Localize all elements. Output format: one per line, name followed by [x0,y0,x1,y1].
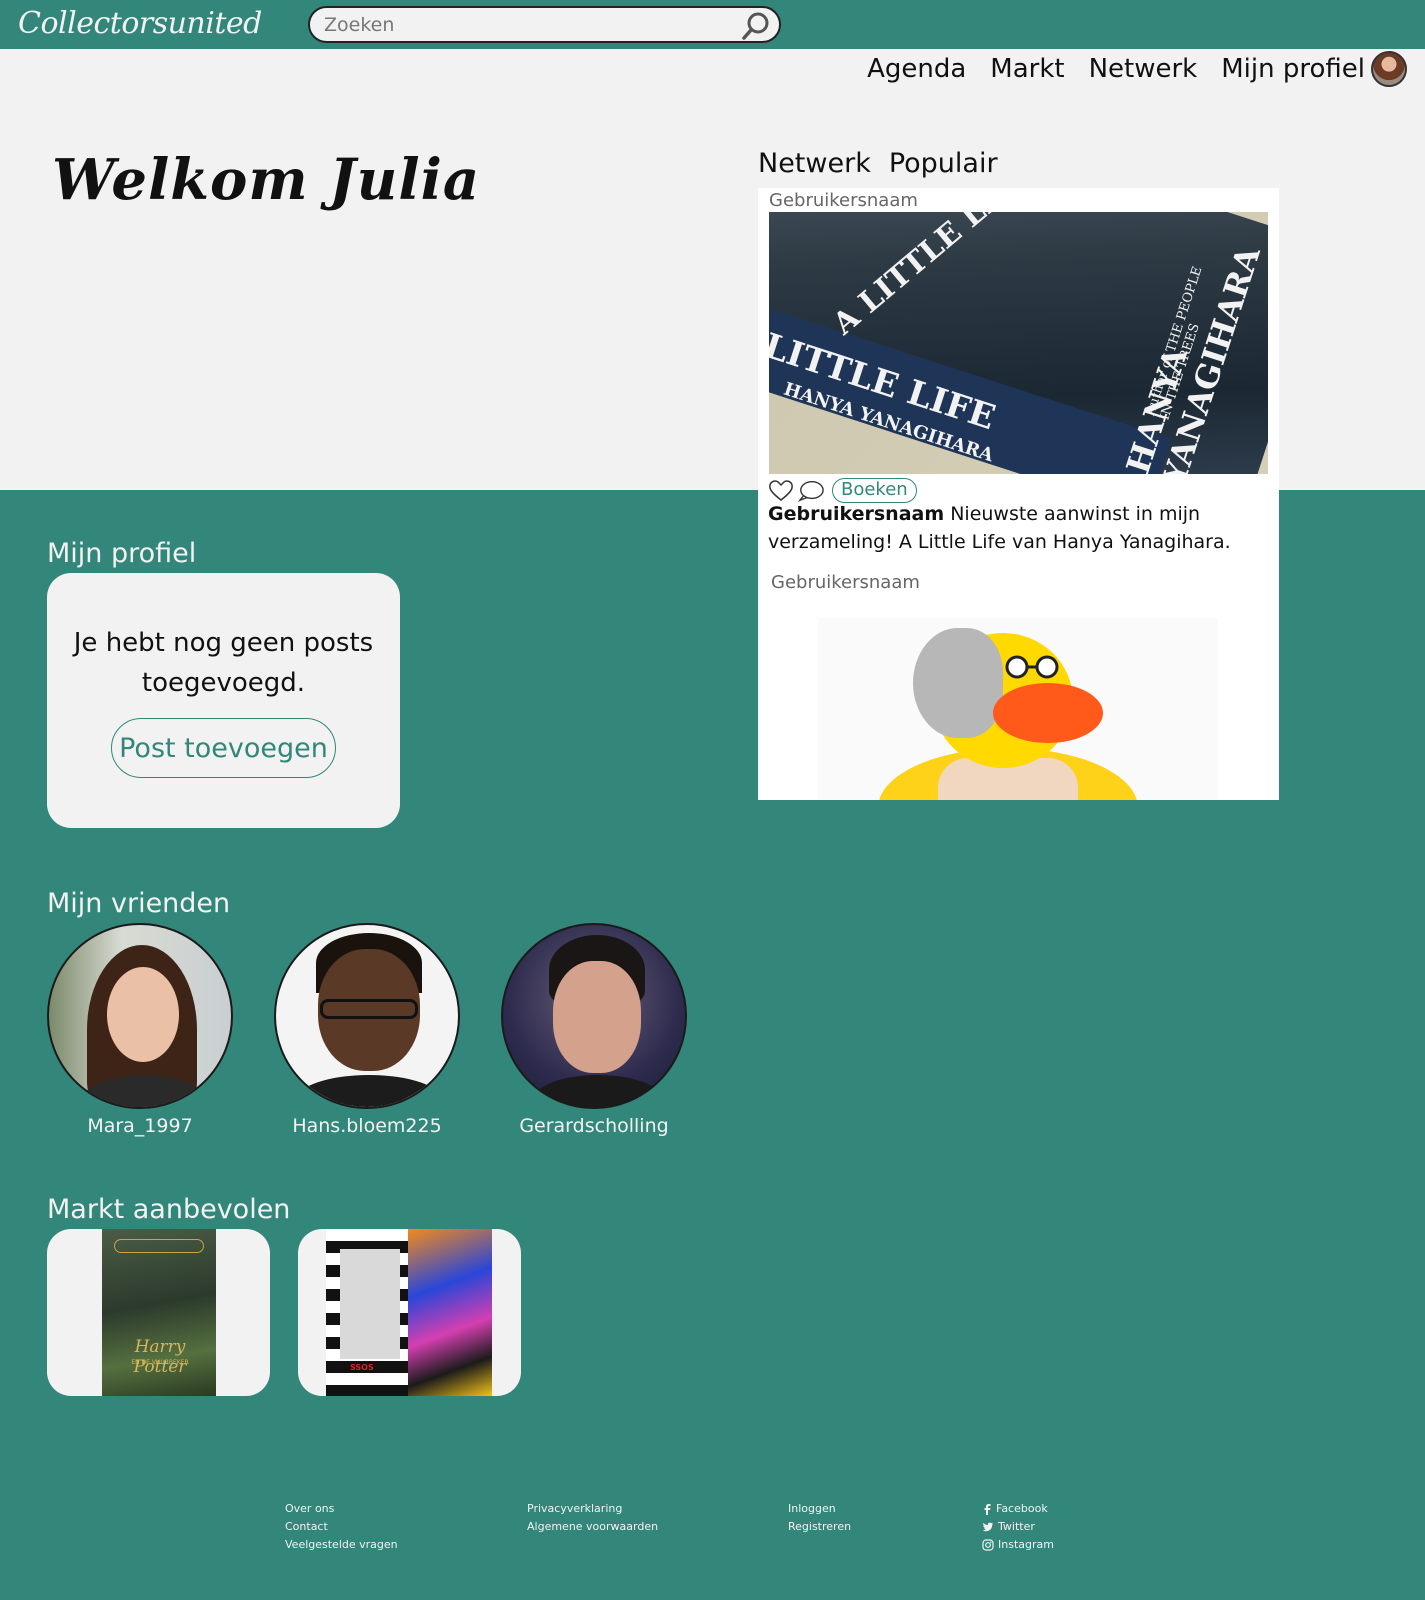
social-instagram-link[interactable]: Instagram [982,1536,1054,1554]
footer-link-privacy[interactable]: Privacyverklaring [527,1500,658,1518]
search-input[interactable] [324,13,724,37]
market-item-cover-subtitle: EN DE VUURBEKER [131,1359,189,1366]
nav-agenda[interactable]: Agenda [867,54,966,84]
footer-column: Over ons Contact Veelgestelde vragen [285,1500,398,1554]
market-item-cover-label: SSOS [350,1363,374,1372]
friend-avatar[interactable] [47,923,233,1109]
market-item-image[interactable]: Harry Potter EN DE VUURBEKER [102,1229,216,1396]
friend-item[interactable]: Mara_1997 [47,923,233,1137]
market-item-image[interactable]: SSOS [326,1229,492,1396]
social-instagram-label: Instagram [998,1538,1054,1551]
feed-panel[interactable]: Gebruikersnaam A LITTLE LIFE LITTLE LIFE… [758,188,1279,800]
social-twitter-label: Twitter [998,1520,1035,1533]
market-item[interactable]: Harry Potter EN DE VUURBEKER [47,1229,270,1396]
nav-markt[interactable]: Markt [990,54,1064,84]
footer-link-contact[interactable]: Contact [285,1518,398,1536]
friend-name[interactable]: Mara_1997 [47,1115,233,1137]
market-item-cover-title: Harry Potter [133,1337,187,1377]
logo[interactable]: Collectorsunited [18,6,262,41]
profile-card: Je hebt nog geen posts toegevoegd. Post … [47,573,400,828]
footer-link-register[interactable]: Registreren [788,1518,851,1536]
social-facebook-link[interactable]: Facebook [982,1500,1054,1518]
market-section-title: Markt aanbevolen [47,1194,291,1225]
nav-mijn-profiel[interactable]: Mijn profiel [1221,54,1365,84]
feed-tabs: Netwerk Populair [758,148,1016,179]
social-twitter-link[interactable]: Twitter [982,1518,1054,1536]
footer-social: Facebook Twitter Instagram [982,1500,1054,1554]
nav-netwerk[interactable]: Netwerk [1089,54,1198,84]
friend-item[interactable]: Gerardscholling [501,923,687,1137]
comment-icon[interactable] [798,479,824,503]
friend-avatar[interactable] [274,923,460,1109]
post-username[interactable]: Gebruikersnaam [771,572,920,593]
empty-state-text: Je hebt nog geen posts toegevoegd. [73,628,374,698]
footer-column: Inloggen Registreren [788,1500,851,1536]
friend-avatar[interactable] [501,923,687,1109]
duck-beak-image [993,683,1103,743]
tab-populair[interactable]: Populair [889,148,998,179]
facebook-icon [984,1504,991,1515]
page-title: Welkom Julia [52,147,481,213]
profile-section-title: Mijn profiel [47,538,197,569]
footer-link-terms[interactable]: Algemene voorwaarden [527,1518,658,1536]
heart-icon[interactable] [768,479,794,503]
tab-netwerk[interactable]: Netwerk [758,148,871,179]
duck-glasses-image [1005,655,1059,679]
search-icon[interactable] [741,11,771,41]
friend-item[interactable]: Hans.bloem225 [274,923,460,1137]
main-nav: Agenda Markt Netwerk Mijn profiel [843,51,1407,87]
post-image[interactable] [818,618,1218,800]
post-username[interactable]: Gebruikersnaam [769,190,918,211]
twitter-icon [982,1522,993,1532]
social-facebook-label: Facebook [996,1502,1048,1515]
market-item[interactable]: SSOS [298,1229,521,1396]
search-box[interactable] [308,6,781,43]
top-bar: Collectorsunited [0,0,1425,49]
friend-name[interactable]: Gerardscholling [501,1115,687,1137]
avatar[interactable] [1371,51,1407,87]
footer-link-faq[interactable]: Veelgestelde vragen [285,1536,398,1554]
friends-section-title: Mijn vrienden [47,888,231,919]
footer-column: Privacyverklaring Algemene voorwaarden [527,1500,658,1536]
footer-link-over-ons[interactable]: Over ons [285,1500,398,1518]
duck-hair-image [913,628,1003,738]
post-caption: Gebruikersnaam Nieuwste aanwinst in mijn… [768,500,1258,556]
instagram-icon [982,1539,994,1551]
add-post-button[interactable]: Post toevoegen [111,718,336,778]
friend-name[interactable]: Hans.bloem225 [274,1115,460,1137]
caption-username[interactable]: Gebruikersnaam [768,503,944,525]
post-image[interactable]: A LITTLE LIFE LITTLE LIFE HANYA YANAGIHA… [769,212,1268,474]
footer-link-login[interactable]: Inloggen [788,1500,851,1518]
